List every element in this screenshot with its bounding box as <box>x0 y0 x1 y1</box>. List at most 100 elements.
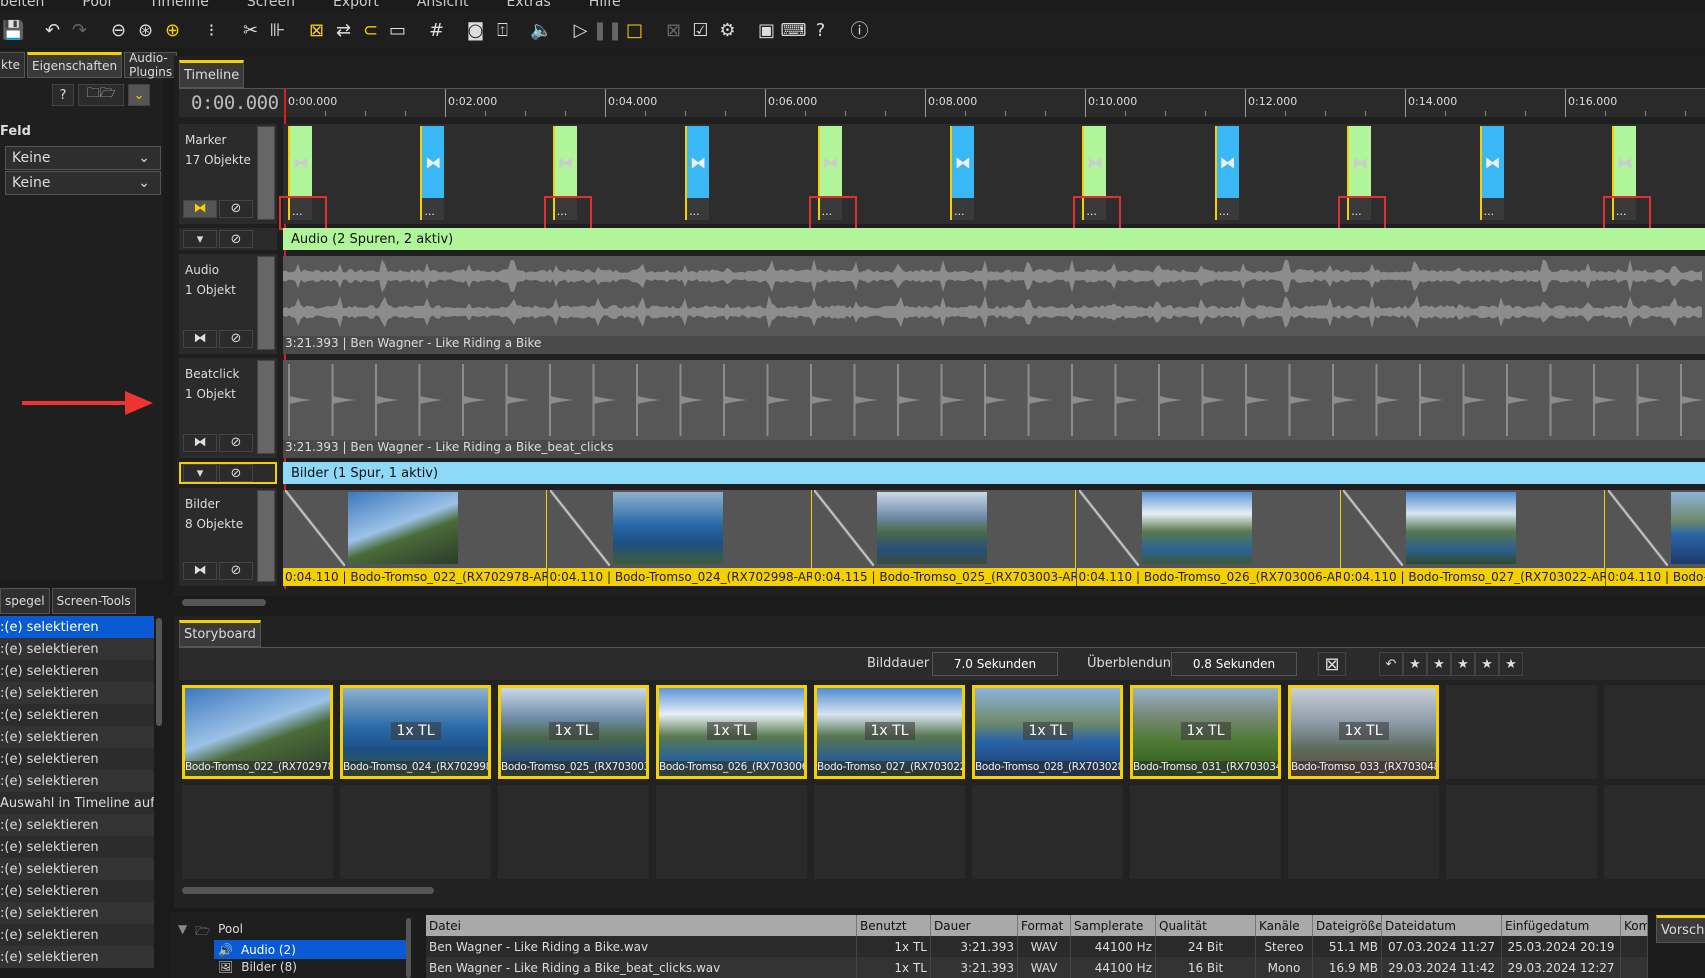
menu-item[interactable]: Hilfe <box>589 0 621 10</box>
mute-button[interactable]: ⊘ <box>219 464 253 482</box>
list-item[interactable]: :(e) selektieren <box>0 836 154 858</box>
list-item[interactable]: :(e) selektieren <box>0 902 154 924</box>
open-folder-button[interactable]: 🗀🗁 <box>78 84 124 106</box>
select-field-1[interactable]: Keine ⌄ <box>5 146 161 170</box>
mute-button[interactable]: ⊘ <box>219 434 253 452</box>
list-scrollbar[interactable] <box>156 618 162 726</box>
list-item[interactable]: :(e) selektieren <box>0 858 154 880</box>
help-button[interactable]: ? <box>808 17 834 43</box>
menu-item[interactable]: Export <box>333 0 379 10</box>
table-row[interactable]: Ben Wagner - Like Riding a Bike_beat_cli… <box>426 957 1648 978</box>
storyboard-item[interactable]: 1x TL Bodo-Tromso_027_(RX703022-ARW) <box>814 685 965 779</box>
image-clip[interactable]: 0:04.110 | Bodo-Tromso_024_(RX702998-ARW… <box>547 490 812 586</box>
image-clip[interactable]: 0:04.110 | Bodo-Tromso_026_(RX703006-ARW… <box>1076 490 1341 586</box>
pool-item-audio[interactable]: 🔊 Audio (2) <box>214 940 406 959</box>
storyboard-item[interactable]: Bodo-Tromso_022_(RX702978-ARW) <box>182 685 333 779</box>
timeline-marker[interactable]: ⧓... <box>950 126 974 220</box>
insert-button[interactable]: ⊪ <box>265 17 291 43</box>
timeline-scrollbar[interactable] <box>182 599 266 606</box>
cut-button[interactable]: ✂ <box>238 17 264 43</box>
timeline-marker[interactable]: ⧓... <box>420 126 445 220</box>
export-frame-button[interactable]: ⍐ <box>490 17 516 43</box>
ruler-button[interactable]: ▭ <box>385 17 411 43</box>
column-header[interactable]: Format <box>1018 915 1071 936</box>
menu-item[interactable]: Pool <box>82 0 111 10</box>
zoom-in-button[interactable]: ⊕ <box>160 17 186 43</box>
beatclick-clip[interactable]: 3:21.393 | Ben Wagner - Like Riding a Bi… <box>283 360 1705 458</box>
keyboard-button[interactable]: ⌨ <box>781 17 807 43</box>
pool-item-images[interactable]: 🖼 Bilder (8) <box>214 960 297 974</box>
solo-button[interactable]: ⧓ <box>183 330 217 348</box>
tab-audio-plugins[interactable]: Audio-Plugins <box>124 51 178 79</box>
time-ruler[interactable]: 0:00.000 0:00.000 0:02.000 0:04.000 0:06.00… <box>179 89 1705 117</box>
zoom-out-button[interactable]: ⊖ <box>106 17 132 43</box>
reset-rating-button[interactable]: ↶ <box>1379 652 1403 676</box>
storyboard-scrollbar[interactable] <box>182 887 434 894</box>
zoom-fit-button[interactable]: ⊛ <box>133 17 159 43</box>
storyboard-item[interactable]: 1x TL Bodo-Tromso_028_(RX703028-ARW) <box>972 685 1123 779</box>
marker-more[interactable]: ... <box>954 205 965 218</box>
column-header[interactable]: Samplerate <box>1071 915 1156 936</box>
timeline-marker[interactable]: ⧓... <box>685 126 710 220</box>
play-button[interactable]: ▷ <box>568 17 594 43</box>
split-marker-button[interactable]: ⁝ <box>199 17 225 43</box>
tab-properties[interactable]: Eigenschaften <box>27 52 123 78</box>
tab-preview[interactable]: Vorschau <box>1656 915 1705 943</box>
collapse-button[interactable]: ▾ <box>183 230 217 248</box>
track-height-handle[interactable] <box>257 126 275 220</box>
timeline-marker[interactable]: ⧓... <box>1214 126 1239 220</box>
storyboard-slot[interactable] <box>814 785 965 879</box>
storyboard-slot[interactable] <box>340 785 491 879</box>
snapshot-button[interactable]: ◙ <box>463 17 489 43</box>
undo-button[interactable]: ↶ <box>40 17 66 43</box>
duration-input[interactable]: 7.0 Sekunden <box>932 652 1058 676</box>
storyboard-slot[interactable] <box>1446 685 1597 779</box>
menu-item[interactable]: Timeline <box>149 0 209 10</box>
transition-button[interactable]: ⊠ <box>304 17 330 43</box>
mute-button[interactable]: ⊘ <box>219 562 253 580</box>
tab-timeline[interactable]: Timeline <box>179 60 245 88</box>
star-icon[interactable]: ★ <box>1475 652 1499 676</box>
storyboard-slot[interactable] <box>1288 785 1439 879</box>
tab-storyboard[interactable]: Storyboard <box>179 620 261 647</box>
menu-item[interactable]: beiten <box>0 0 44 10</box>
image-clip[interactable]: 0:04.110 | Bodo-Tromso_027_(RX703022-ARW… <box>1341 490 1605 586</box>
list-item[interactable]: Auswahl in Timeline aufheben <box>0 792 154 814</box>
star-icon[interactable]: ★ <box>1403 652 1427 676</box>
star-icon[interactable]: ★ <box>1427 652 1451 676</box>
storyboard-item[interactable]: 1x TL Bodo-Tromso_026_(RX703006-ARW) <box>656 685 807 779</box>
storyboard-slot[interactable] <box>656 785 807 879</box>
info-button[interactable]: ⓘ <box>847 17 873 43</box>
storyboard-item[interactable]: 1x TL Bodo-Tromso_033_(RX703048-ARW) <box>1288 685 1439 779</box>
menu-item[interactable]: Ansicht <box>417 0 469 10</box>
checklist-button[interactable]: ☑ <box>688 17 714 43</box>
menu-item[interactable]: Extras <box>507 0 551 10</box>
menu-item[interactable]: Screen <box>247 0 295 10</box>
image-clip[interactable]: 0:04.110 | Bodo-Tromso_022_(RX702978-ARW… <box>283 490 547 586</box>
grid-button[interactable]: # <box>424 17 450 43</box>
comment-button[interactable]: ▣ <box>754 17 780 43</box>
pause-button[interactable]: ❚❚ <box>592 17 622 43</box>
audio-clip[interactable]: 3:21.393 | Ben Wagner - Like Riding a Bi… <box>283 256 1705 354</box>
mute-button[interactable]: ⊘ <box>219 330 253 348</box>
tab-effects[interactable]: kte <box>0 52 26 78</box>
storyboard-slot[interactable] <box>1130 785 1281 879</box>
stop-button[interactable]: □ <box>622 17 648 43</box>
column-header[interactable]: Einfügedatum <box>1502 915 1621 936</box>
column-header[interactable]: Kanäle <box>1256 915 1313 936</box>
column-header[interactable]: Kom <box>1621 915 1648 936</box>
transition-button[interactable]: ⊠ <box>1318 652 1346 676</box>
solo-button[interactable]: ⧓ <box>183 562 217 580</box>
column-header[interactable]: Dauer <box>931 915 1018 936</box>
list-item[interactable]: :(e) selektieren <box>0 814 154 836</box>
column-header[interactable]: Datei <box>426 915 857 936</box>
column-header[interactable]: Dateigröße <box>1313 915 1382 936</box>
close-box-button[interactable]: ⊠ <box>661 17 687 43</box>
blend-input[interactable]: 0.8 Sekunden <box>1171 652 1297 676</box>
column-header[interactable]: Benutzt <box>857 915 931 936</box>
save-button[interactable]: 💾 <box>1 17 27 43</box>
marker-mode-button[interactable]: ⧓ <box>183 200 217 218</box>
list-item[interactable]: :(e) selektieren <box>0 704 154 726</box>
list-item[interactable]: :(e) selektieren <box>0 726 154 748</box>
storyboard-item[interactable]: 1x TL Bodo-Tromso_025_(RX703003-ARW) <box>498 685 649 779</box>
